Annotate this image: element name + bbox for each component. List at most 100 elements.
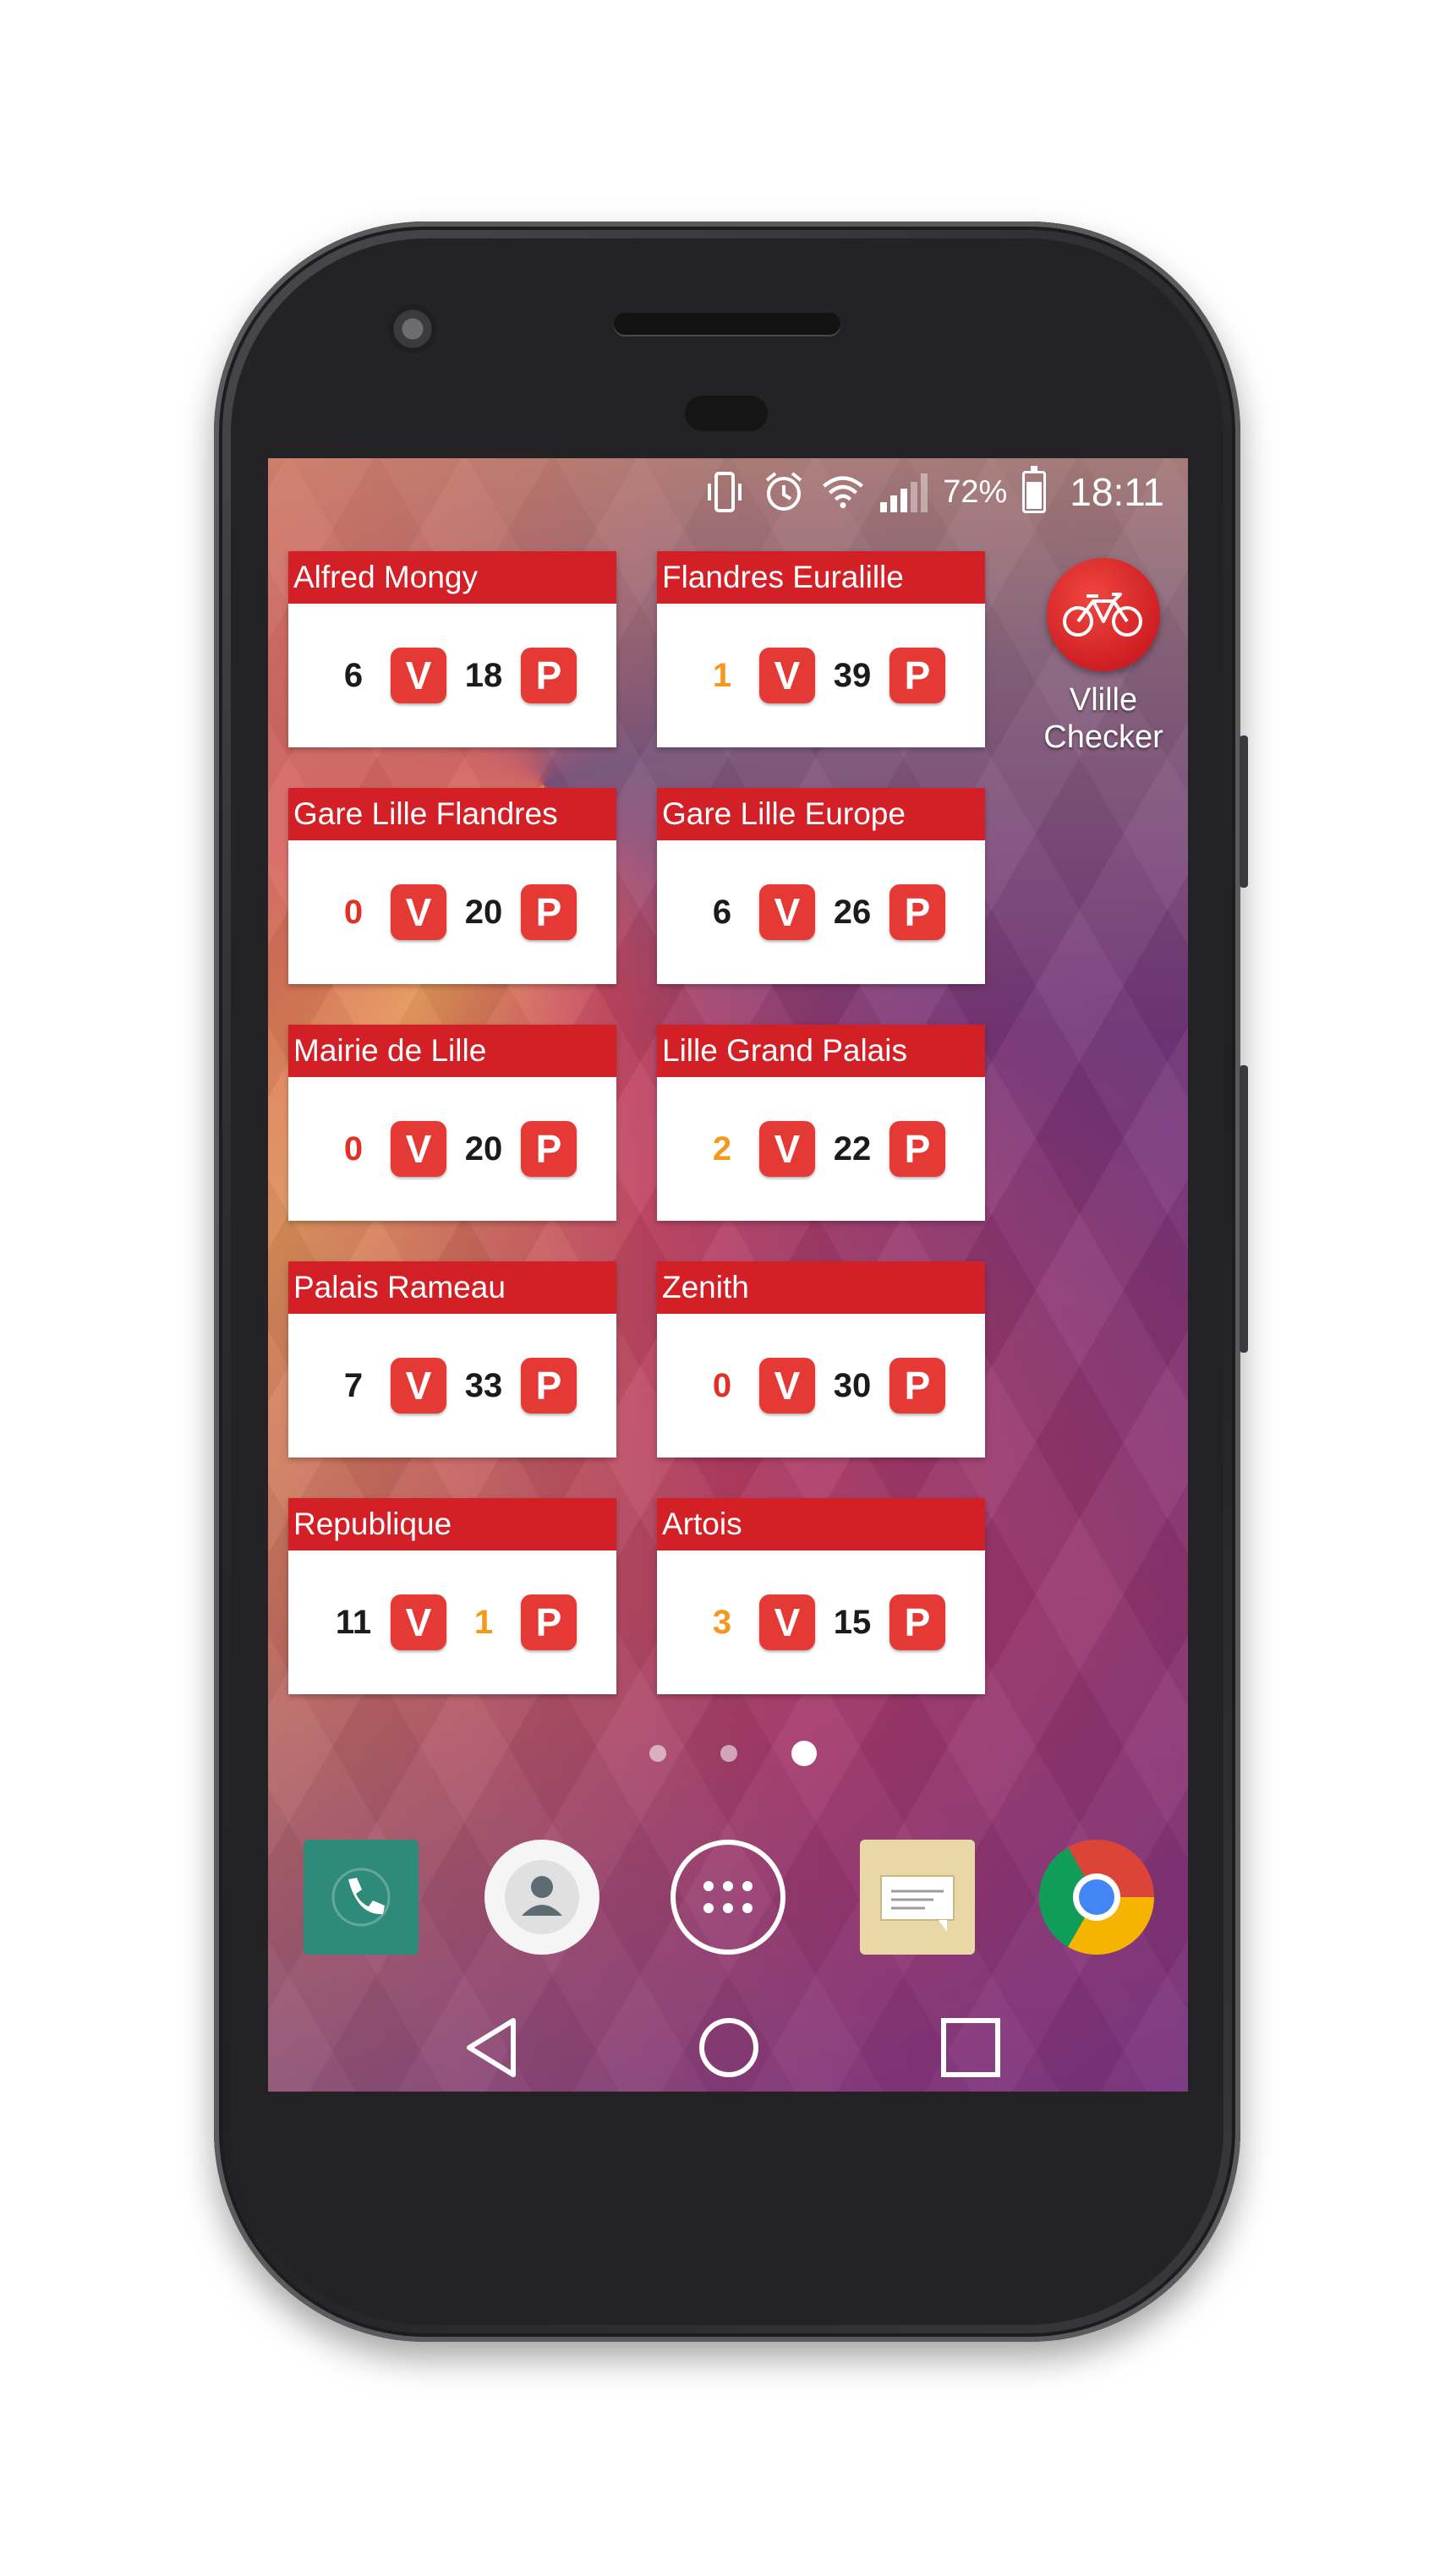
bike-count: 2 xyxy=(712,1129,732,1168)
station-counts: 0 V 20 P xyxy=(288,1077,616,1221)
bike-badge-icon: V xyxy=(759,1358,815,1414)
parking-badge-icon: P xyxy=(889,884,945,940)
messages-app[interactable] xyxy=(860,1840,975,1955)
station-counts: 6 V 18 P xyxy=(288,604,616,747)
bike-badge-icon: V xyxy=(759,884,815,940)
bike-count: 1 xyxy=(712,656,732,694)
station-widget[interactable]: Republique 11 V 1 P xyxy=(288,1498,616,1694)
bike-count: 0 xyxy=(343,893,364,931)
station-widget[interactable]: Artois 3 V 15 P xyxy=(657,1498,985,1694)
parking-badge-icon: P xyxy=(521,884,577,940)
chrome-icon xyxy=(1073,1873,1120,1921)
bike-count: 0 xyxy=(712,1366,732,1404)
bike-badge-icon: V xyxy=(759,1121,815,1177)
page-indicator xyxy=(268,1741,1188,1766)
message-icon xyxy=(880,1875,955,1932)
parking-badge-icon: P xyxy=(521,1121,577,1177)
proximity-sensor xyxy=(685,396,768,431)
chrome-app[interactable] xyxy=(1039,1840,1154,1955)
bike-count: 0 xyxy=(343,1129,364,1168)
alarm-icon xyxy=(762,470,806,514)
parking-badge-icon: P xyxy=(889,648,945,703)
station-name: Republique xyxy=(288,1498,616,1551)
parking-badge-icon: P xyxy=(889,1121,945,1177)
stand-count: 39 xyxy=(833,656,872,694)
navigation-bar xyxy=(268,1997,1188,2090)
stand-count: 30 xyxy=(833,1366,872,1404)
station-widget[interactable]: Lille Grand Palais 2 V 22 P xyxy=(657,1025,985,1221)
station-counts: 3 V 15 P xyxy=(657,1551,985,1694)
home-screen: 72% 18:11 Alfred Mongy 6 V 18 P Flandres Eura… xyxy=(268,458,1188,2092)
earpiece-speaker xyxy=(614,313,840,335)
grid-icon xyxy=(703,1881,753,1913)
station-counts: 2 V 22 P xyxy=(657,1077,985,1221)
page-dot-active[interactable] xyxy=(791,1741,817,1766)
stand-count: 33 xyxy=(464,1366,503,1404)
station-name: Lille Grand Palais xyxy=(657,1025,985,1077)
station-widget[interactable]: Gare Lille Europe 6 V 26 P xyxy=(657,788,985,984)
parking-badge-icon: P xyxy=(521,1594,577,1650)
station-name: Mairie de Lille xyxy=(288,1025,616,1077)
person-icon xyxy=(505,1860,579,1934)
page-dot[interactable] xyxy=(649,1745,666,1762)
station-widget[interactable]: Palais Rameau 7 V 33 P xyxy=(288,1261,616,1458)
home-button[interactable] xyxy=(691,2010,767,2086)
parking-badge-icon: P xyxy=(889,1594,945,1650)
station-widget[interactable]: Zenith 0 V 30 P xyxy=(657,1261,985,1458)
bike-count: 11 xyxy=(335,1603,372,1641)
stand-count: 18 xyxy=(464,656,503,694)
front-camera xyxy=(388,304,437,353)
station-counts: 6 V 26 P xyxy=(657,840,985,984)
bike-badge-icon: V xyxy=(391,1594,446,1650)
stand-count: 20 xyxy=(464,893,503,931)
station-widget[interactable]: Flandres Euralille 1 V 39 P xyxy=(657,551,985,747)
vlille-checker-shortcut[interactable]: Vlille Checker xyxy=(1036,558,1171,756)
wifi-icon xyxy=(821,470,865,514)
station-widget[interactable]: Mairie de Lille 0 V 20 P xyxy=(288,1025,616,1221)
parking-badge-icon: P xyxy=(521,1358,577,1414)
station-counts: 0 V 30 P xyxy=(657,1314,985,1458)
station-name: Palais Rameau xyxy=(288,1261,616,1314)
bike-badge-icon: V xyxy=(391,648,446,703)
status-bar: 72% 18:11 xyxy=(268,458,1188,526)
station-name: Flandres Euralille xyxy=(657,551,985,604)
parking-badge-icon: P xyxy=(889,1358,945,1414)
station-name: Gare Lille Europe xyxy=(657,788,985,840)
app-label: Vlille Checker xyxy=(1036,681,1171,756)
dock xyxy=(268,1840,1188,1958)
battery-icon xyxy=(1022,466,1047,513)
clock: 18:11 xyxy=(1070,470,1164,514)
app-label-line1: Vlille xyxy=(1069,682,1138,718)
bike-badge-icon: V xyxy=(759,648,815,703)
home-icon xyxy=(699,2018,758,2077)
page-dot[interactable] xyxy=(720,1745,737,1762)
app-label-line2: Checker xyxy=(1043,719,1163,755)
battery-percent: 72% xyxy=(943,473,1008,510)
bike-count: 7 xyxy=(343,1366,364,1404)
bike-count: 6 xyxy=(712,893,732,931)
app-drawer[interactable] xyxy=(671,1840,785,1955)
stand-count: 20 xyxy=(464,1129,503,1168)
stand-count: 1 xyxy=(473,1603,494,1641)
bike-badge-icon: V xyxy=(391,1358,446,1414)
phone-icon xyxy=(331,1868,391,1927)
back-button[interactable] xyxy=(454,2010,530,2086)
station-counts: 0 V 20 P xyxy=(288,840,616,984)
parking-badge-icon: P xyxy=(521,648,577,703)
station-counts: 1 V 39 P xyxy=(657,604,985,747)
stand-count: 26 xyxy=(833,893,872,931)
stand-count: 15 xyxy=(833,1603,872,1641)
station-widget[interactable]: Gare Lille Flandres 0 V 20 P xyxy=(288,788,616,984)
back-icon xyxy=(467,2018,516,2077)
phone-app[interactable] xyxy=(304,1840,419,1955)
contacts-app[interactable] xyxy=(484,1840,599,1955)
bike-count: 6 xyxy=(343,656,364,694)
volume-button xyxy=(1240,1065,1248,1353)
station-name: Gare Lille Flandres xyxy=(288,788,616,840)
vibrate-icon xyxy=(703,470,747,514)
bike-icon xyxy=(1047,558,1160,671)
station-widget[interactable]: Alfred Mongy 6 V 18 P xyxy=(288,551,616,747)
station-name: Zenith xyxy=(657,1261,985,1314)
power-button xyxy=(1240,736,1248,888)
recents-button[interactable] xyxy=(933,2010,1009,2086)
